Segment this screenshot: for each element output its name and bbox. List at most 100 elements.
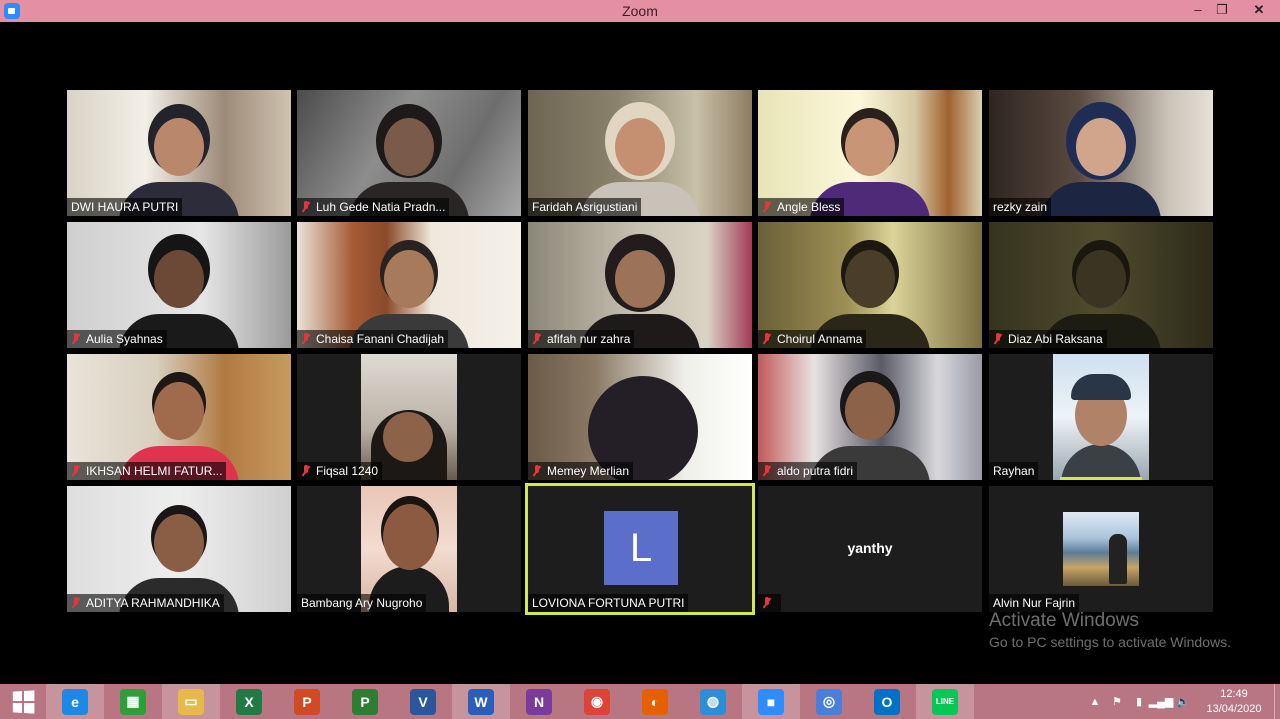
mic-off-icon	[301, 201, 311, 213]
power-icon[interactable]: ▮	[1128, 684, 1150, 719]
zoom-icon: ■	[758, 688, 784, 715]
participant-tile[interactable]: Alvin Nur Fajrin	[989, 486, 1213, 612]
mic-off-icon	[301, 465, 311, 477]
participant-name-label: Memey Merlian	[528, 462, 634, 480]
file-explorer-icon: ▭	[178, 688, 204, 715]
firefox-icon: ◐	[642, 688, 668, 715]
network-signal-icon[interactable]: ▂▄▆	[1149, 684, 1174, 719]
participant-tile[interactable]: Aulia Syahnas	[67, 222, 291, 348]
volume-icon[interactable]: 🔈	[1172, 684, 1194, 719]
word-icon: W	[468, 688, 494, 715]
close-button[interactable]: ✕	[1238, 0, 1280, 22]
show-desktop-button[interactable]	[1274, 684, 1280, 719]
maximize-button[interactable]: ❐	[1208, 0, 1236, 22]
participant-name-label: rezky zain	[989, 198, 1052, 216]
store-icon: ▦	[120, 688, 146, 715]
taskbar-app-visio[interactable]: V	[394, 684, 452, 719]
participant-name-label: Fiqsal 1240	[297, 462, 383, 480]
taskbar-apps: e ▦ ▭ X P P V W N ◉ ◐ ◍ ■ ◎ O LINE	[46, 684, 974, 719]
participant-tile[interactable]: DWI HAURA PUTRI	[67, 90, 291, 216]
line-icon: LINE	[932, 688, 958, 715]
participant-name-label: Chaisa Fanani Chadijah	[297, 330, 449, 348]
activate-windows-watermark: Activate Windows Go to PC settings to ac…	[989, 610, 1231, 650]
participant-tile[interactable]: afifah nur zahra	[528, 222, 752, 348]
outlook-icon: O	[874, 688, 900, 715]
participant-tile[interactable]: Choirul Annama	[758, 222, 982, 348]
gallery-view: DWI HAURA PUTRI Luh Gede Natia Pradn... …	[0, 22, 1280, 684]
taskbar-app-onenote[interactable]: N	[510, 684, 568, 719]
taskbar-app-excel[interactable]: X	[220, 684, 278, 719]
clock-date: 13/04/2020	[1206, 702, 1262, 715]
taskbar-app-globe[interactable]: ◍	[684, 684, 742, 719]
taskbar-app-zoom[interactable]: ■	[742, 684, 800, 719]
participant-tile[interactable]: Memey Merlian	[528, 354, 752, 480]
watermark-title: Activate Windows	[989, 610, 1139, 631]
action-center-flag-icon[interactable]: ⚑	[1106, 684, 1128, 719]
participant-tile[interactable]: ADITYA RAHMANDHIKA	[67, 486, 291, 612]
participant-mic-status	[758, 594, 781, 612]
participant-tile[interactable]: Faridah Asrigustiani	[528, 90, 752, 216]
taskbar-clock[interactable]: 12:49 13/04/2020	[1194, 687, 1274, 717]
taskbar-app-project[interactable]: P	[336, 684, 394, 719]
powerpoint-icon: P	[294, 688, 320, 715]
taskbar-app-line[interactable]: LINE	[916, 684, 974, 719]
mic-off-icon	[993, 333, 1003, 345]
visio-icon: V	[410, 688, 436, 715]
participant-tile-active-speaker[interactable]: L LOVIONA FORTUNA PUTRI	[525, 483, 755, 615]
clock-time: 12:49	[1220, 687, 1248, 700]
mic-off-icon	[762, 333, 772, 345]
mic-off-icon	[762, 465, 772, 477]
mic-off-icon	[762, 597, 772, 609]
internet-explorer-icon: e	[62, 688, 88, 715]
show-hidden-icons-chevron-icon[interactable]: ▲	[1084, 684, 1106, 719]
mic-off-icon	[71, 333, 81, 345]
taskbar: e ▦ ▭ X P P V W N ◉ ◐ ◍ ■ ◎ O LINE ▲ ⚑ ▮ ▂▄▆ 🔈 12:49 13…	[0, 684, 1280, 719]
windows-logo-icon	[12, 689, 35, 714]
chrome-icon: ◉	[584, 688, 610, 715]
participant-tile[interactable]: rezky zain	[989, 90, 1213, 216]
taskbar-app-word[interactable]: W	[452, 684, 510, 719]
participant-tile[interactable]: Angle Bless	[758, 90, 982, 216]
participant-name-label: Diaz Abi Raksana	[989, 330, 1107, 348]
mic-off-icon	[762, 201, 772, 213]
participant-name-label: afifah nur zahra	[528, 330, 635, 348]
taskbar-app-firefox[interactable]: ◐	[626, 684, 684, 719]
participant-tile[interactable]: Fiqsal 1240	[297, 354, 521, 480]
participant-tile[interactable]: Bambang Ary Nugroho	[297, 486, 521, 612]
system-tray: ▲ ⚑ ▮ ▂▄▆ 🔈 12:49 13/04/2020	[1084, 684, 1280, 719]
title-bar: Zoom – ❐ ✕	[0, 0, 1280, 22]
globe-icon: ◍	[700, 688, 726, 715]
mic-off-icon	[71, 465, 81, 477]
taskbar-app-powerpoint[interactable]: P	[278, 684, 336, 719]
participant-name-label: DWI HAURA PUTRI	[67, 198, 183, 216]
participant-tile[interactable]: yanthy	[758, 486, 982, 612]
taskbar-app-outlook[interactable]: O	[858, 684, 916, 719]
participant-tile[interactable]: IKHSAN HELMI FATUR...	[67, 354, 291, 480]
participant-name-label: Faridah Asrigustiani	[528, 198, 642, 216]
start-button[interactable]	[0, 684, 46, 719]
participant-tile[interactable]: Rayhan	[989, 354, 1213, 480]
taskbar-app-internet-explorer[interactable]: e	[46, 684, 104, 719]
project-icon: P	[352, 688, 378, 715]
participant-name-label: ADITYA RAHMANDHIKA	[67, 594, 224, 612]
participant-name-label: LOVIONA FORTUNA PUTRI	[528, 594, 689, 612]
excel-icon: X	[236, 688, 262, 715]
taskbar-app-store[interactable]: ▦	[104, 684, 162, 719]
participant-name-label: Choirul Annama	[758, 330, 867, 348]
taskbar-app-chromium[interactable]: ◎	[800, 684, 858, 719]
participant-name-label: Luh Gede Natia Pradn...	[297, 198, 450, 216]
mic-off-icon	[301, 333, 311, 345]
taskbar-app-file-explorer[interactable]: ▭	[162, 684, 220, 719]
participant-avatar: L	[604, 511, 678, 585]
chromium-icon: ◎	[816, 688, 842, 715]
mic-off-icon	[532, 333, 542, 345]
profile-photo	[1063, 512, 1139, 586]
participant-name-label: Angle Bless	[758, 198, 845, 216]
onenote-icon: N	[526, 688, 552, 715]
participant-tile[interactable]: Chaisa Fanani Chadijah	[297, 222, 521, 348]
participant-tile[interactable]: aldo putra fidri	[758, 354, 982, 480]
participant-tile[interactable]: Diaz Abi Raksana	[989, 222, 1213, 348]
participant-tile[interactable]: Luh Gede Natia Pradn...	[297, 90, 521, 216]
taskbar-app-chrome[interactable]: ◉	[568, 684, 626, 719]
participant-name-label: Bambang Ary Nugroho	[297, 594, 427, 612]
